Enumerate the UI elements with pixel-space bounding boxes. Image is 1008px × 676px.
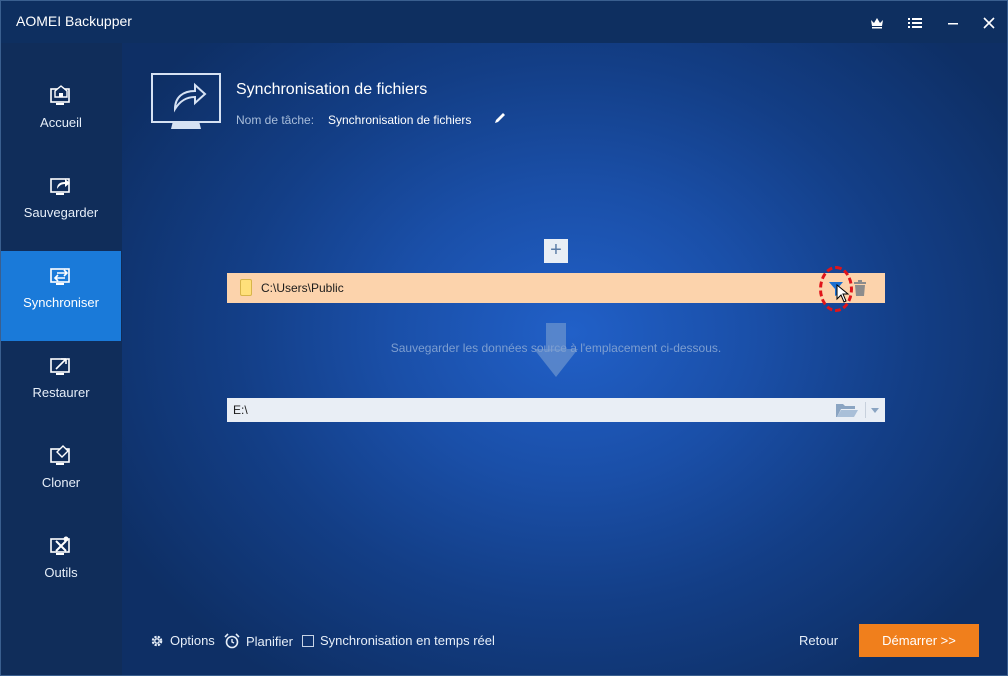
sidebar-item-accueil[interactable]: Accueil (1, 71, 121, 161)
gear-icon (151, 635, 163, 646)
sidebar-item-label: Cloner (41, 475, 81, 490)
crown-icon[interactable] (867, 13, 887, 33)
chevron-down-icon[interactable] (869, 404, 881, 416)
page-title: Synchronisation de fichiers (236, 81, 428, 98)
folder-icon (240, 279, 252, 296)
sidebar-item-label: Synchroniser (23, 295, 99, 310)
tools-monitor-icon (50, 536, 70, 555)
options-button[interactable]: Options (150, 633, 215, 648)
source-row[interactable]: C:\Users\Public (227, 273, 885, 303)
sidebar-item-outils[interactable]: Outils (1, 521, 121, 611)
trash-icon[interactable] (853, 280, 867, 296)
alarm-clock-icon (224, 633, 240, 649)
clone-monitor-icon (50, 445, 70, 465)
edit-pencil-icon[interactable] (493, 111, 507, 125)
sidebar-item-label: Sauvegarder (23, 205, 99, 220)
filter-icon[interactable] (826, 279, 846, 299)
schedule-label: Planifier (246, 633, 293, 649)
title-bar: AOMEI Backupper (1, 1, 1007, 43)
sidebar-item-synchroniser[interactable]: Synchroniser (1, 251, 121, 341)
sidebar-item-sauvegarder[interactable]: Sauvegarder (1, 161, 121, 251)
sidebar-item-label: Outils (44, 565, 78, 580)
home-monitor-icon (50, 85, 70, 105)
open-folder-icon[interactable] (835, 401, 859, 419)
sidebar-item-restaurer[interactable]: Restaurer (1, 341, 121, 431)
sync-monitor-icon (50, 268, 70, 285)
back-button[interactable]: Retour (799, 633, 838, 648)
sidebar-item-cloner[interactable]: Cloner (1, 431, 121, 521)
add-source-button[interactable]: + (544, 239, 568, 263)
sidebar-item-label: Accueil (40, 115, 82, 130)
file-sync-monitor-icon (151, 73, 221, 129)
hint-text: Sauvegarder les données source à l'empla… (390, 341, 722, 355)
close-icon[interactable] (979, 13, 999, 33)
restore-monitor-icon (50, 358, 70, 375)
checkbox[interactable] (302, 634, 314, 647)
realtime-sync-checkbox[interactable]: Synchronisation en temps réel (302, 633, 495, 648)
sidebar-item-label: Restaurer (32, 385, 90, 400)
realtime-sync-label: Synchronisation en temps réel (320, 633, 495, 648)
destination-field[interactable]: E:\ (227, 398, 885, 422)
main-panel: Synchronisation de fichiers Nom de tâche… (122, 43, 1007, 675)
sidebar: Accueil Sauvegarder Synchroniser Restaur… (1, 43, 122, 675)
destination-path: E:\ (233, 403, 248, 417)
options-label: Options (170, 633, 215, 648)
source-path: C:\Users\Public (261, 281, 344, 295)
minimize-icon[interactable] (943, 13, 963, 33)
menu-icon[interactable] (905, 13, 925, 33)
footer-bar: Options Planifier Synchronisation en tem… (122, 623, 1007, 663)
divider (865, 402, 866, 418)
start-button[interactable]: Démarrer >> (859, 624, 979, 657)
task-name-label: Nom de tâche: (236, 113, 315, 127)
schedule-button[interactable]: Planifier (224, 633, 293, 649)
app-title: AOMEI Backupper (16, 13, 132, 29)
app-window: AOMEI Backupper Accueil Sauvegarder Sync… (0, 0, 1008, 676)
backup-monitor-icon (50, 178, 70, 195)
task-name-value: Synchronisation de fichiers (328, 113, 472, 127)
